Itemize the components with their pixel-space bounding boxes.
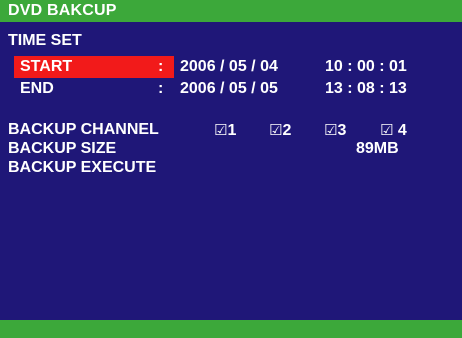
backup-execute-button[interactable]: BACKUP EXECUTE [8,158,156,178]
title-bar: DVD BAKCUP [0,0,462,22]
end-colon: : [158,80,164,97]
channel-1-checkbox[interactable]: ☑1 [214,120,236,141]
bottom-bar [0,320,462,338]
channel-label: 1 [227,122,237,139]
channel-2-checkbox[interactable]: ☑2 [269,120,291,141]
menu-title: DVD BAKCUP [8,2,117,19]
channel-4-checkbox[interactable]: ☑ 4 [380,120,407,141]
start-label[interactable]: START [20,57,72,77]
checkbox-checked-icon: ☑ [269,121,283,139]
start-date-field[interactable]: 2006 / 05 / 04 [180,57,278,77]
checkbox-checked-icon: ☑ [324,121,338,139]
end-time-field[interactable]: 13 : 08 : 13 [325,79,407,99]
backup-size-value: 89MB [356,140,399,157]
end-date-field[interactable]: 2006 / 05 / 05 [180,79,278,99]
channel-label: 4 [393,122,407,139]
backup-size-label: BACKUP SIZE [8,140,117,157]
dvd-backup-screen: DVD BAKCUP TIME SET START : 2006 / 05 / … [0,0,462,338]
start-colon: : [158,58,164,75]
channel-label: 2 [282,122,292,139]
channel-3-checkbox[interactable]: ☑3 [324,120,346,141]
time-set-heading: TIME SET [8,32,82,49]
start-time-field[interactable]: 10 : 00 : 01 [325,57,407,77]
backup-channel-label[interactable]: BACKUP CHANNEL [8,120,159,140]
end-label[interactable]: END [20,79,54,99]
checkbox-checked-icon: ☑ [380,121,394,139]
checkbox-checked-icon: ☑ [214,121,228,139]
channel-label: 3 [337,122,347,139]
